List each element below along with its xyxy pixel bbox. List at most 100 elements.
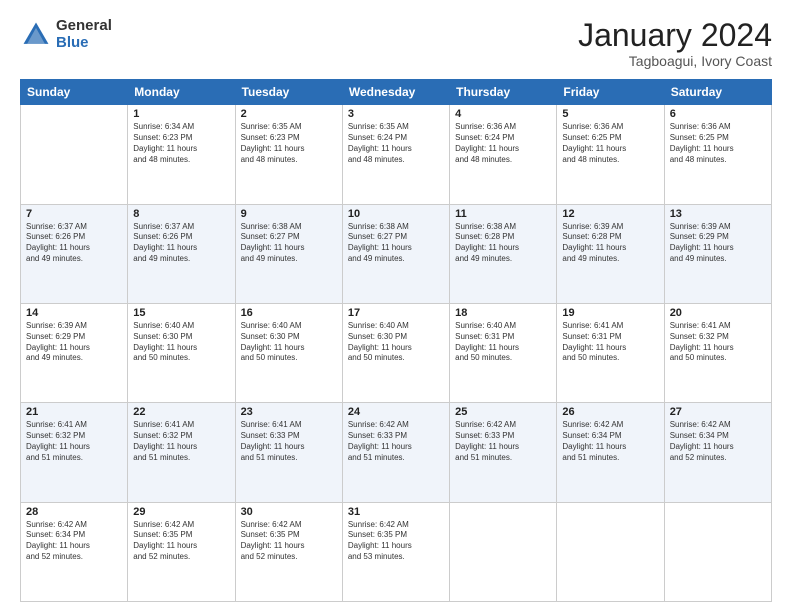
weekday-header-wednesday: Wednesday xyxy=(342,80,449,105)
weekday-header-sunday: Sunday xyxy=(21,80,128,105)
day-number: 26 xyxy=(562,406,658,418)
day-number: 3 xyxy=(348,108,444,120)
day-number: 13 xyxy=(670,208,766,220)
calendar-cell: 7 Sunrise: 6:37 AMSunset: 6:26 PMDaylight… xyxy=(21,204,128,303)
cell-info: Sunrise: 6:42 AMSunset: 6:33 PMDaylight:… xyxy=(348,420,444,463)
day-number: 16 xyxy=(241,307,337,319)
cell-info: Sunrise: 6:40 AMSunset: 6:31 PMDaylight:… xyxy=(455,321,551,364)
calendar-cell: 18Sunrise: 6:40 AMSunset: 6:31 PMDayligh… xyxy=(450,303,557,402)
cell-info: Sunrise: 6:34 AMSunset: 6:23 PMDaylight:… xyxy=(133,122,229,165)
calendar-cell xyxy=(664,502,771,601)
calendar-cell: 29Sunrise: 6:42 AMSunset: 6:35 PMDayligh… xyxy=(128,502,235,601)
calendar-cell: 19 Sunrise: 6:41 AMSunset: 6:31 PMDayligh… xyxy=(557,303,664,402)
cell-info: Sunrise: 6:41 AMSunset: 6:32 PMDaylight:… xyxy=(133,420,229,463)
day-number: 9 xyxy=(241,208,337,220)
calendar-cell: 27 Sunrise: 6:42 AMSunset: 6:34 PMDayligh… xyxy=(664,403,771,502)
cell-info: Sunrise: 6:42 AMSunset: 6:34 PMDaylight:… xyxy=(670,420,766,463)
cell-info: Sunrise: 6:42 AMSunset: 6:35 PMDaylight:… xyxy=(348,520,444,563)
day-number: 8 xyxy=(133,208,229,220)
calendar-cell: 1Sunrise: 6:34 AMSunset: 6:23 PMDaylight… xyxy=(128,105,235,204)
cell-info: Sunrise: 6:37 AMSunset: 6:26 PMDaylight:… xyxy=(133,222,229,265)
cell-info: Sunrise: 6:39 AMSunset: 6:29 PMDaylight:… xyxy=(26,321,122,364)
weekday-header-saturday: Saturday xyxy=(664,80,771,105)
day-number: 19 xyxy=(562,307,658,319)
day-number: 10 xyxy=(348,208,444,220)
day-number: 11 xyxy=(455,208,551,220)
week-row-4: 21 Sunrise: 6:41 AMSunset: 6:32 PMDayligh… xyxy=(21,403,772,502)
cell-info: Sunrise: 6:35 AMSunset: 6:23 PMDaylight:… xyxy=(241,122,337,165)
calendar-cell xyxy=(557,502,664,601)
header: General Blue January 2024 Tagboagui, Ivo… xyxy=(20,18,772,69)
day-number: 2 xyxy=(241,108,337,120)
day-number: 4 xyxy=(455,108,551,120)
calendar-cell: 6 Sunrise: 6:36 AMSunset: 6:25 PMDaylight… xyxy=(664,105,771,204)
cell-info: Sunrise: 6:39 AMSunset: 6:29 PMDaylight:… xyxy=(670,222,766,265)
logo-icon xyxy=(20,19,52,51)
day-number: 17 xyxy=(348,307,444,319)
page: General Blue January 2024 Tagboagui, Ivo… xyxy=(0,0,792,612)
weekday-header-thursday: Thursday xyxy=(450,80,557,105)
calendar-cell: 24 Sunrise: 6:42 AMSunset: 6:33 PMDayligh… xyxy=(342,403,449,502)
calendar-cell: 10Sunrise: 6:38 AMSunset: 6:27 PMDayligh… xyxy=(342,204,449,303)
calendar-cell: 23Sunrise: 6:41 AMSunset: 6:33 PMDayligh… xyxy=(235,403,342,502)
cell-info: Sunrise: 6:42 AMSunset: 6:33 PMDaylight:… xyxy=(455,420,551,463)
cell-info: Sunrise: 6:42 AMSunset: 6:34 PMDaylight:… xyxy=(562,420,658,463)
calendar-cell xyxy=(21,105,128,204)
day-number: 23 xyxy=(241,406,337,418)
day-number: 12 xyxy=(562,208,658,220)
calendar-cell: 30 Sunrise: 6:42 AMSunset: 6:35 PMDayligh… xyxy=(235,502,342,601)
day-number: 27 xyxy=(670,406,766,418)
cell-info: Sunrise: 6:41 AMSunset: 6:31 PMDaylight:… xyxy=(562,321,658,364)
calendar-cell: 5Sunrise: 6:36 AMSunset: 6:25 PMDaylight… xyxy=(557,105,664,204)
day-number: 24 xyxy=(348,406,444,418)
logo-general: General xyxy=(56,18,112,35)
week-row-3: 14 Sunrise: 6:39 AMSunset: 6:29 PMDayligh… xyxy=(21,303,772,402)
calendar-cell: 15Sunrise: 6:40 AMSunset: 6:30 PMDayligh… xyxy=(128,303,235,402)
calendar-cell: 3 Sunrise: 6:35 AMSunset: 6:24 PMDaylight… xyxy=(342,105,449,204)
cell-info: Sunrise: 6:38 AMSunset: 6:28 PMDaylight:… xyxy=(455,222,551,265)
calendar-cell: 2 Sunrise: 6:35 AMSunset: 6:23 PMDaylight… xyxy=(235,105,342,204)
week-row-2: 7 Sunrise: 6:37 AMSunset: 6:26 PMDaylight… xyxy=(21,204,772,303)
calendar-cell: 16Sunrise: 6:40 AMSunset: 6:30 PMDayligh… xyxy=(235,303,342,402)
day-number: 28 xyxy=(26,506,122,518)
logo-text: General Blue xyxy=(56,18,112,51)
calendar-cell: 31 Sunrise: 6:42 AMSunset: 6:35 PMDayligh… xyxy=(342,502,449,601)
calendar-cell: 20Sunrise: 6:41 AMSunset: 6:32 PMDayligh… xyxy=(664,303,771,402)
cell-info: Sunrise: 6:42 AMSunset: 6:35 PMDaylight:… xyxy=(241,520,337,563)
calendar-cell: 8 Sunrise: 6:37 AMSunset: 6:26 PMDaylight… xyxy=(128,204,235,303)
cell-info: Sunrise: 6:35 AMSunset: 6:24 PMDaylight:… xyxy=(348,122,444,165)
weekday-header-monday: Monday xyxy=(128,80,235,105)
month-title: January 2024 xyxy=(578,18,772,53)
day-number: 14 xyxy=(26,307,122,319)
cell-info: Sunrise: 6:39 AMSunset: 6:28 PMDaylight:… xyxy=(562,222,658,265)
cell-info: Sunrise: 6:38 AMSunset: 6:27 PMDaylight:… xyxy=(241,222,337,265)
day-number: 22 xyxy=(133,406,229,418)
day-number: 15 xyxy=(133,307,229,319)
logo-blue: Blue xyxy=(56,35,112,52)
day-number: 5 xyxy=(562,108,658,120)
calendar-cell: 21Sunrise: 6:41 AMSunset: 6:32 PMDayligh… xyxy=(21,403,128,502)
cell-info: Sunrise: 6:37 AMSunset: 6:26 PMDaylight:… xyxy=(26,222,122,265)
cell-info: Sunrise: 6:42 AMSunset: 6:34 PMDaylight:… xyxy=(26,520,122,563)
week-row-5: 28 Sunrise: 6:42 AMSunset: 6:34 PMDayligh… xyxy=(21,502,772,601)
cell-info: Sunrise: 6:36 AMSunset: 6:24 PMDaylight:… xyxy=(455,122,551,165)
calendar-cell: 14 Sunrise: 6:39 AMSunset: 6:29 PMDayligh… xyxy=(21,303,128,402)
day-number: 21 xyxy=(26,406,122,418)
logo: General Blue xyxy=(20,18,112,51)
cell-info: Sunrise: 6:40 AMSunset: 6:30 PMDaylight:… xyxy=(348,321,444,364)
day-number: 30 xyxy=(241,506,337,518)
day-number: 31 xyxy=(348,506,444,518)
calendar-cell: 9 Sunrise: 6:38 AMSunset: 6:27 PMDaylight… xyxy=(235,204,342,303)
calendar-cell: 12 Sunrise: 6:39 AMSunset: 6:28 PMDayligh… xyxy=(557,204,664,303)
day-number: 29 xyxy=(133,506,229,518)
cell-info: Sunrise: 6:36 AMSunset: 6:25 PMDaylight:… xyxy=(670,122,766,165)
day-number: 7 xyxy=(26,208,122,220)
calendar-cell: 25 Sunrise: 6:42 AMSunset: 6:33 PMDayligh… xyxy=(450,403,557,502)
title-block: January 2024 Tagboagui, Ivory Coast xyxy=(578,18,772,69)
calendar-cell: 17 Sunrise: 6:40 AMSunset: 6:30 PMDayligh… xyxy=(342,303,449,402)
day-number: 25 xyxy=(455,406,551,418)
day-number: 6 xyxy=(670,108,766,120)
week-row-1: 1Sunrise: 6:34 AMSunset: 6:23 PMDaylight… xyxy=(21,105,772,204)
calendar-cell xyxy=(450,502,557,601)
calendar-cell: 13 Sunrise: 6:39 AMSunset: 6:29 PMDayligh… xyxy=(664,204,771,303)
